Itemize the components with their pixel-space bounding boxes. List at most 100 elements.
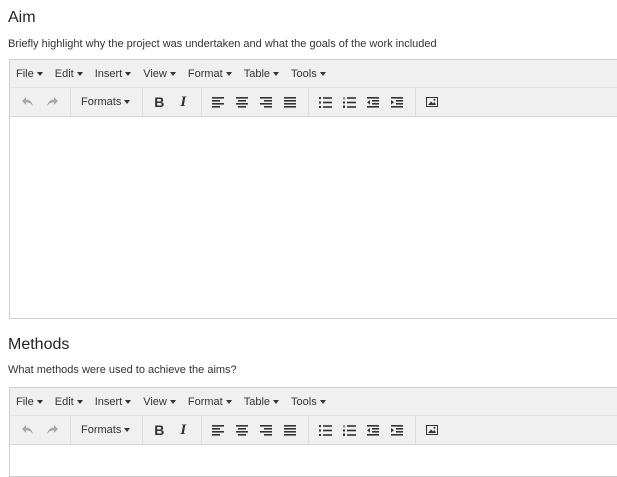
chevron-down-icon <box>225 399 232 404</box>
chevron-down-icon <box>169 71 176 76</box>
chevron-down-icon <box>36 399 43 404</box>
methods-heading: Methods <box>8 336 70 353</box>
chevron-down-icon <box>124 100 131 104</box>
insert-image-button[interactable] <box>420 91 444 113</box>
align-justify-button[interactable] <box>278 419 302 441</box>
align-left-button[interactable] <box>206 419 230 441</box>
chevron-down-icon <box>125 399 132 404</box>
align-left-button[interactable] <box>206 91 230 113</box>
style-group: B I <box>147 416 203 444</box>
bold-button[interactable]: B <box>147 91 171 113</box>
aim-description: Briefly highlight why the project was un… <box>8 38 437 50</box>
methods-description: What methods were used to achieve the ai… <box>8 364 237 376</box>
align-center-button[interactable] <box>230 91 254 113</box>
aim-content-area[interactable] <box>10 118 617 318</box>
redo-button[interactable] <box>40 419 64 441</box>
menu-table[interactable]: Table <box>244 396 280 408</box>
indent-icon <box>391 424 404 436</box>
chevron-down-icon <box>76 399 83 404</box>
align-right-button[interactable] <box>254 91 278 113</box>
menu-tools[interactable]: Tools <box>291 68 326 80</box>
align-left-icon <box>212 424 225 436</box>
formats-dropdown[interactable]: Formats <box>75 424 136 436</box>
aim-menubar: File Edit Insert View Format Table Tools <box>10 60 617 88</box>
menu-file[interactable]: File <box>16 68 43 80</box>
outdent-icon <box>367 424 380 436</box>
italic-button[interactable]: I <box>171 419 195 441</box>
chevron-down-icon <box>124 428 131 432</box>
insert-image-button[interactable] <box>420 419 444 441</box>
undo-icon <box>22 97 33 107</box>
menu-edit[interactable]: Edit <box>55 68 83 80</box>
align-group <box>206 88 310 116</box>
outdent-button[interactable] <box>361 91 385 113</box>
menu-format[interactable]: Format <box>188 396 232 408</box>
align-center-icon <box>236 424 249 436</box>
menu-edit[interactable]: Edit <box>55 396 83 408</box>
aim-editor: File Edit Insert View Format Table Tools… <box>9 59 617 319</box>
undo-button[interactable] <box>16 419 40 441</box>
chevron-down-icon <box>319 71 326 76</box>
numbered-list-icon <box>342 424 356 436</box>
methods-content-area[interactable] <box>10 446 617 476</box>
image-icon <box>426 97 439 107</box>
bullet-list-icon <box>318 424 332 436</box>
indent-button[interactable] <box>385 91 409 113</box>
chevron-down-icon <box>225 71 232 76</box>
aim-toolbar: Formats B I <box>10 88 617 117</box>
align-center-icon <box>236 96 249 108</box>
bullet-list-button[interactable] <box>313 91 337 113</box>
menu-view[interactable]: View <box>143 396 176 408</box>
indent-button[interactable] <box>385 419 409 441</box>
chevron-down-icon <box>125 71 132 76</box>
menu-tools[interactable]: Tools <box>291 396 326 408</box>
redo-icon <box>47 425 58 435</box>
formats-group: Formats <box>75 88 144 116</box>
menu-table[interactable]: Table <box>244 68 280 80</box>
methods-menubar: File Edit Insert View Format Table Tools <box>10 388 617 416</box>
menu-format[interactable]: Format <box>188 68 232 80</box>
italic-button[interactable]: I <box>171 91 195 113</box>
bold-icon: B <box>154 94 165 110</box>
italic-icon: I <box>180 421 187 438</box>
italic-icon: I <box>180 93 187 110</box>
align-left-icon <box>212 96 225 108</box>
bullet-list-button[interactable] <box>313 419 337 441</box>
numbered-list-icon <box>342 96 356 108</box>
align-right-button[interactable] <box>254 419 278 441</box>
numbered-list-button[interactable] <box>337 419 361 441</box>
menu-file[interactable]: File <box>16 396 43 408</box>
undo-button[interactable] <box>16 91 40 113</box>
bold-button[interactable]: B <box>147 419 171 441</box>
methods-editor: File Edit Insert View Format Table Tools… <box>9 387 617 477</box>
media-group <box>420 88 450 116</box>
media-group <box>420 416 450 444</box>
align-right-icon <box>260 96 273 108</box>
menu-view[interactable]: View <box>143 68 176 80</box>
align-justify-button[interactable] <box>278 91 302 113</box>
menu-insert[interactable]: Insert <box>95 396 132 408</box>
numbered-list-button[interactable] <box>337 91 361 113</box>
align-group <box>206 416 310 444</box>
chevron-down-icon <box>273 71 280 76</box>
chevron-down-icon <box>76 71 83 76</box>
indent-icon <box>391 96 404 108</box>
menu-insert[interactable]: Insert <box>95 68 132 80</box>
aim-heading: Aim <box>8 9 36 26</box>
style-group: B I <box>147 88 203 116</box>
chevron-down-icon <box>36 71 43 76</box>
formats-dropdown[interactable]: Formats <box>75 96 136 108</box>
redo-button[interactable] <box>40 91 64 113</box>
redo-icon <box>47 97 58 107</box>
align-justify-icon <box>284 96 297 108</box>
formats-group: Formats <box>75 416 144 444</box>
bold-icon: B <box>154 422 165 438</box>
align-justify-icon <box>284 424 297 436</box>
list-group <box>313 416 417 444</box>
align-center-button[interactable] <box>230 419 254 441</box>
methods-toolbar: Formats B I <box>10 416 617 445</box>
bullet-list-icon <box>318 96 332 108</box>
chevron-down-icon <box>273 399 280 404</box>
outdent-button[interactable] <box>361 419 385 441</box>
image-icon <box>426 425 439 435</box>
